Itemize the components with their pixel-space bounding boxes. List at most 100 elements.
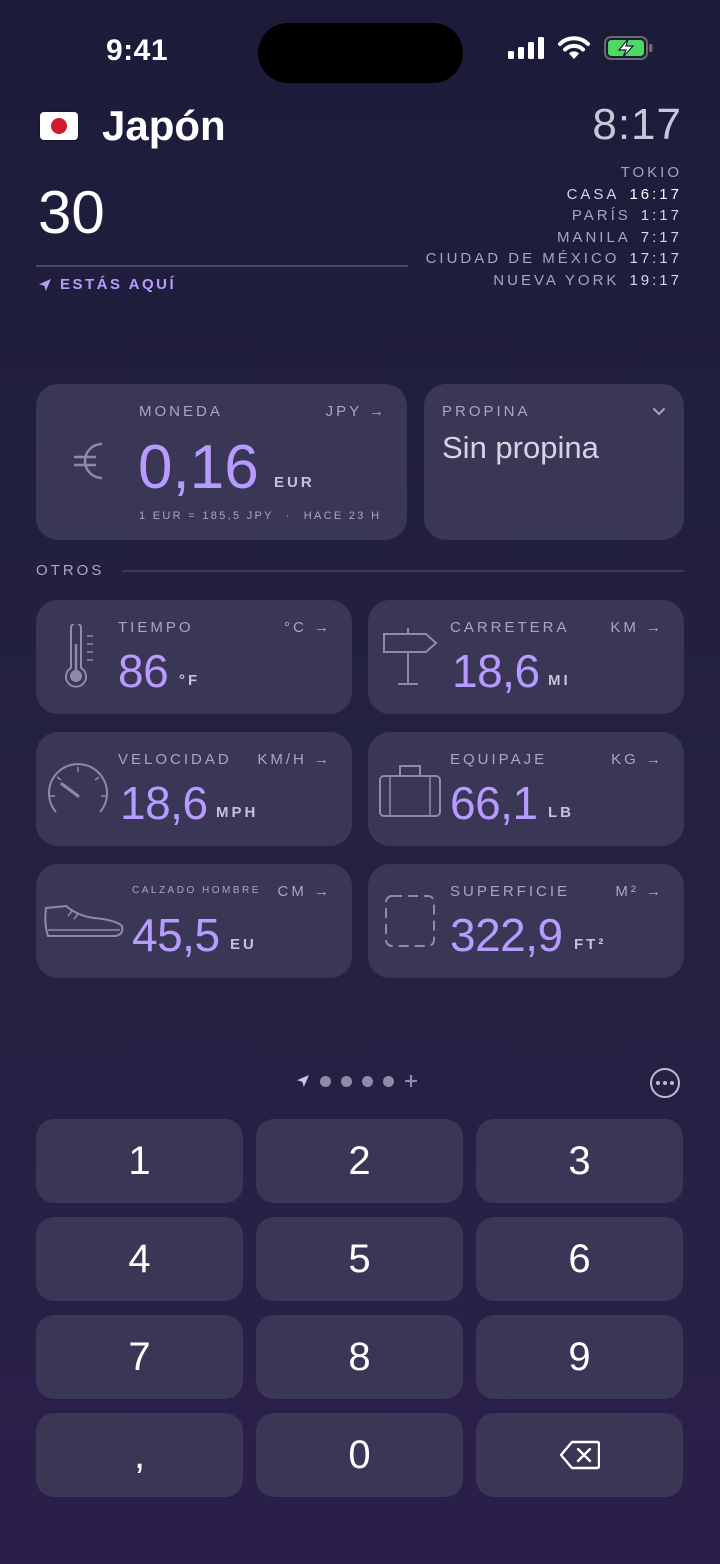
page-dot[interactable]	[341, 1075, 352, 1087]
currency-rate-info: 1 EUR = 185,5 JPY · HACE 23 H	[139, 510, 381, 522]
weather-card[interactable]: TIEMPO °C → 86 °F	[36, 600, 352, 714]
key-4[interactable]: 4	[36, 1217, 243, 1301]
city-row-paris: PARÍS 1:17	[426, 205, 682, 227]
city-row-tokio: TOKIO	[426, 162, 682, 184]
location-arrow-icon	[297, 1075, 309, 1087]
battery-charging-icon	[604, 36, 653, 60]
shoes-switch[interactable]: CM →	[278, 883, 333, 900]
speedometer-icon	[46, 762, 110, 823]
weather-unit: °F	[179, 672, 201, 689]
shoes-value: 45,5	[132, 909, 220, 961]
area-value: 322,9	[450, 909, 563, 961]
city-time: 7:17	[640, 228, 682, 246]
arrow-right-icon: →	[314, 619, 332, 636]
more-options-icon[interactable]	[650, 1068, 680, 1098]
currency-card[interactable]: MONEDA JPY → 0,16 EUR 1 EUR = 185,5 JPY …	[36, 384, 407, 540]
city-name: TOKIO	[620, 164, 682, 181]
road-switch[interactable]: KM →	[610, 619, 664, 636]
area-icon	[384, 894, 436, 953]
wifi-icon	[558, 36, 590, 59]
key-7[interactable]: 7	[36, 1315, 243, 1399]
city-row-nueva-york: NUEVA YORK 19:17	[426, 270, 682, 292]
dynamic-island	[258, 23, 463, 83]
tip-label: PROPINA	[442, 403, 531, 420]
japan-flag-icon	[40, 112, 78, 140]
status-time: 9:41	[106, 34, 169, 67]
exchange-rate: 1 EUR = 185,5 JPY	[139, 510, 274, 522]
thermometer-icon	[62, 622, 96, 695]
weather-label: TIEMPO	[118, 619, 194, 636]
speed-switch[interactable]: KM/H →	[257, 751, 332, 768]
key-5[interactable]: 5	[256, 1217, 463, 1301]
world-clock-list[interactable]: TOKIO CASA 16:17 PARÍS 1:17 MANILA 7:17 CIU…	[426, 162, 682, 291]
local-time: 8:17	[592, 100, 682, 149]
weather-value: 86	[118, 645, 169, 697]
luggage-switch[interactable]: KG →	[611, 751, 664, 768]
city-row-manila: MANILA 7:17	[426, 227, 682, 249]
arrow-right-icon: →	[314, 751, 332, 768]
page-indicator[interactable]	[296, 1074, 418, 1088]
road-card[interactable]: CARRETERA KM → 18,6 MI	[368, 600, 684, 714]
status-icons	[508, 36, 654, 60]
arrow-right-icon: →	[646, 883, 664, 900]
page-dot[interactable]	[320, 1075, 331, 1087]
area-card[interactable]: SUPERFICIE M² → 322,9 FT²	[368, 864, 684, 978]
weather-switch-unit: °C	[283, 619, 307, 636]
city-name: CIUDAD DE MÉXICO	[425, 250, 620, 267]
luggage-value: 66,1	[450, 777, 538, 829]
add-page-icon[interactable]	[404, 1074, 418, 1088]
arrow-right-icon: →	[369, 403, 387, 420]
luggage-label: EQUIPAJE	[450, 751, 548, 768]
location-label: ESTÁS AQUÍ	[60, 276, 177, 293]
arrow-right-icon: →	[646, 751, 664, 768]
city-time: 1:17	[640, 207, 682, 224]
arrow-right-icon: →	[646, 619, 664, 636]
currency-value: 0,16	[138, 433, 259, 502]
city-time: 19:17	[629, 271, 682, 289]
speed-switch-unit: KM/H	[257, 751, 307, 768]
luggage-card[interactable]: EQUIPAJE KG → 66,1 LB	[368, 732, 684, 846]
city-name: PARÍS	[571, 207, 631, 224]
key-decimal[interactable]: ,	[36, 1413, 243, 1497]
shoe-icon	[44, 900, 126, 945]
section-title: OTROS	[36, 562, 105, 579]
currency-switch[interactable]: JPY →	[326, 403, 387, 420]
cellular-signal-icon	[508, 37, 544, 59]
country-name[interactable]: Japón	[102, 102, 226, 150]
tip-card[interactable]: PROPINA Sin propina	[424, 384, 684, 540]
shoes-switch-unit: CM	[277, 883, 307, 900]
location-arrow-icon	[39, 278, 51, 291]
location-indicator: ESTÁS AQUÍ	[38, 276, 176, 293]
road-value: 18,6	[452, 645, 540, 697]
area-unit: FT²	[574, 936, 607, 953]
page-dot[interactable]	[362, 1075, 373, 1087]
section-divider	[122, 569, 684, 572]
section-header: OTROS	[36, 562, 684, 579]
area-switch[interactable]: M² →	[615, 883, 664, 900]
key-2[interactable]: 2	[256, 1119, 463, 1203]
speed-label: VELOCIDAD	[118, 751, 232, 768]
chevron-down-icon	[652, 404, 666, 422]
speed-unit: MPH	[216, 804, 259, 821]
page-dot[interactable]	[383, 1075, 394, 1087]
city-name: NUEVA YORK	[493, 271, 620, 289]
signpost-icon	[382, 628, 438, 693]
weather-switch[interactable]: °C →	[284, 619, 332, 636]
key-9[interactable]: 9	[476, 1315, 683, 1399]
key-0[interactable]: 0	[256, 1413, 463, 1497]
speed-card[interactable]: VELOCIDAD KM/H → 18,6 MPH	[36, 732, 352, 846]
key-6[interactable]: 6	[476, 1217, 683, 1301]
key-3[interactable]: 3	[476, 1119, 683, 1203]
city-name: CASA	[566, 185, 620, 203]
key-8[interactable]: 8	[256, 1315, 463, 1399]
delete-button[interactable]	[476, 1413, 683, 1497]
key-1[interactable]: 1	[36, 1119, 243, 1203]
shoes-card[interactable]: CALZADO HOMBRE CM → 45,5 EU	[36, 864, 352, 978]
speed-value: 18,6	[120, 777, 208, 829]
city-row-ciudad-de-mexico: CIUDAD DE MÉXICO 17:17	[426, 248, 682, 270]
road-unit: MI	[548, 672, 571, 689]
city-row-casa: CASA 16:17	[426, 184, 682, 206]
euro-icon	[72, 436, 106, 491]
area-switch-unit: M²	[615, 883, 639, 900]
road-switch-unit: KM	[610, 619, 639, 636]
